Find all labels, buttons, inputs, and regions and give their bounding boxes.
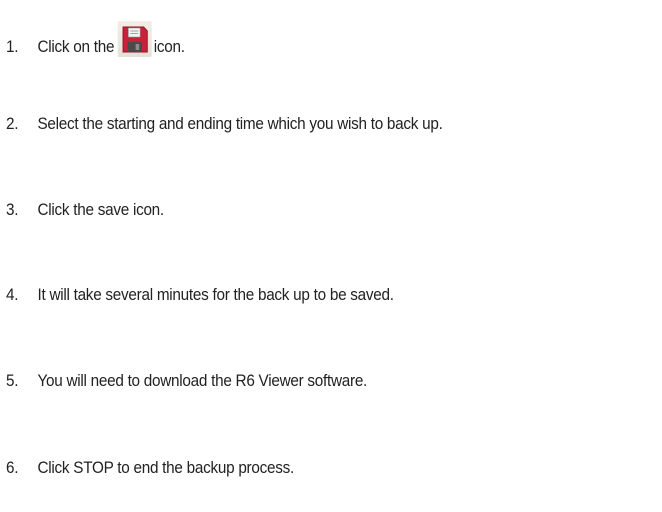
step-number: 2. [6,114,19,133]
step-2: 2. Select the starting and ending time w… [6,109,443,139]
step-number: 3. [6,200,19,219]
floppy-disk-save-icon [117,21,152,57]
step-3: 3. Click the save icon. [6,195,164,225]
step-4: 4. It will take several minutes for the … [6,280,394,310]
step-6: 6. Click STOP to end the backup process. [6,453,294,483]
step-text-after-icon: icon. [153,37,185,56]
step-number: 6. [6,458,19,477]
step-text: Click STOP to end the backup process. [37,458,295,477]
step-text-before-icon: Click on the [37,37,115,56]
step-number: 5. [6,371,19,390]
step-text: You will need to download the R6 Viewer … [37,371,368,390]
step-number: 1. [6,37,19,56]
step-text: Click the save icon. [37,200,165,219]
step-text: Select the starting and ending time whic… [37,114,443,133]
step-5: 5. You will need to download the R6 View… [6,366,367,396]
step-1: 1. Click on the icon. [6,21,185,62]
step-number: 4. [6,285,19,304]
step-text: It will take several minutes for the bac… [37,285,395,304]
